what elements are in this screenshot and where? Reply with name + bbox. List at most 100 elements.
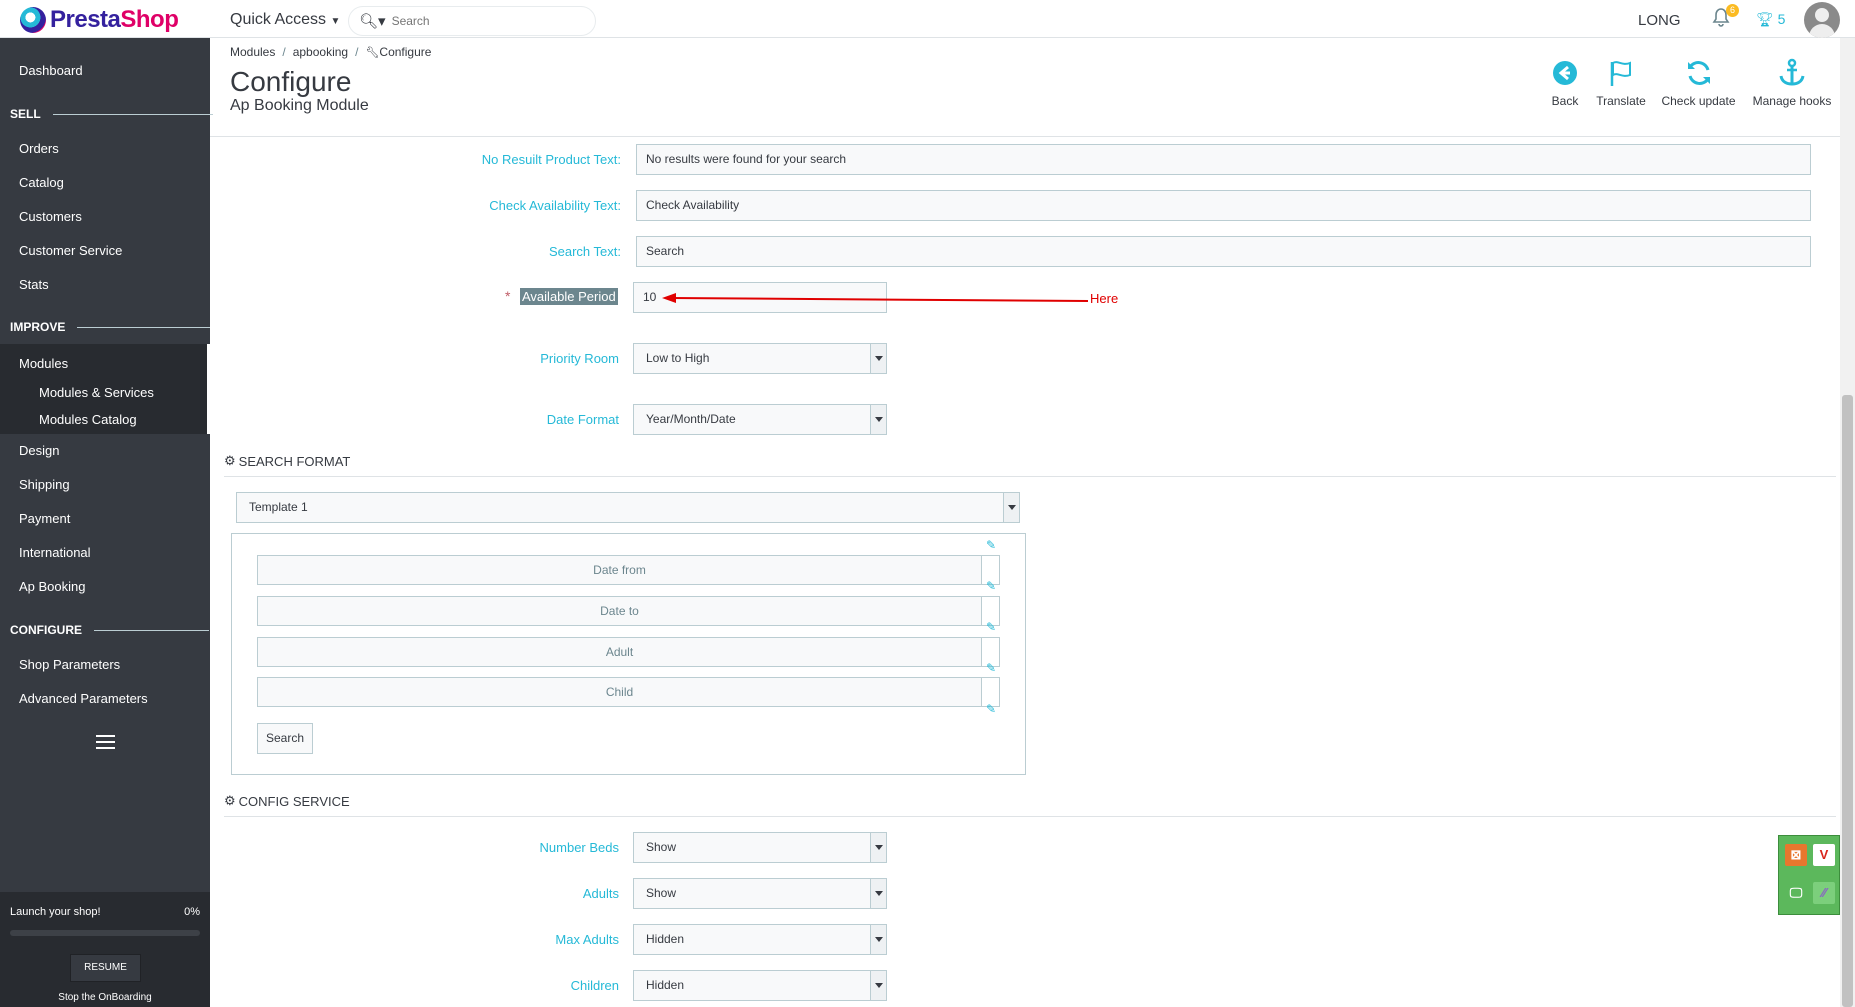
- adults-label: Adults: [582, 886, 619, 901]
- trophy-badge[interactable]: 🏆︎ 5: [1756, 11, 1785, 28]
- caret-down-icon: ▼: [330, 16, 341, 27]
- section-divider: [224, 476, 1836, 477]
- max-adults-value: Hidden: [646, 932, 685, 946]
- sidebar-item-shop-parameters[interactable]: Shop Parameters: [19, 657, 120, 672]
- no-result-input[interactable]: No results were found for your search: [636, 144, 1811, 175]
- v-icon[interactable]: V: [1813, 844, 1835, 866]
- sidebar-item-shipping[interactable]: Shipping: [19, 477, 70, 492]
- manage-hooks-button[interactable]: Manage hooks: [1749, 58, 1835, 108]
- breadcrumb-configure[interactable]: Configure: [379, 45, 431, 59]
- template-value: Template 1: [249, 500, 308, 514]
- section-divider: [224, 816, 1836, 817]
- edit-pencil-icon[interactable]: ✎: [986, 620, 996, 634]
- section-label: CONFIGURE: [10, 623, 82, 637]
- prestashop-logo[interactable]: PrestaShop: [20, 6, 179, 34]
- template-select[interactable]: Template 1: [236, 492, 1020, 523]
- sidebar-item-design[interactable]: Design: [19, 443, 59, 458]
- select-caret-icon: [870, 879, 886, 908]
- sidebar-item-advanced-parameters[interactable]: Advanced Parameters: [19, 691, 148, 706]
- template-search-button[interactable]: Search: [257, 723, 313, 754]
- number-beds-select[interactable]: Show: [633, 832, 887, 863]
- divider: [52, 113, 213, 115]
- shop-name-link[interactable]: LONG: [1638, 12, 1681, 29]
- edit-pencil-icon[interactable]: ✎: [986, 538, 996, 552]
- monitor-icon[interactable]: 🖵︎: [1785, 882, 1807, 904]
- breadcrumb-separator: /: [282, 45, 286, 59]
- select-caret-icon: [870, 833, 886, 862]
- notifications-bell-icon[interactable]: 6: [1712, 4, 1739, 34]
- search-text-input[interactable]: Search: [636, 236, 1811, 267]
- priority-room-select[interactable]: Low to High: [633, 343, 887, 374]
- trophy-count: 5: [1777, 11, 1786, 27]
- section-label: IMPROVE: [10, 320, 66, 334]
- sidebar-item-payment[interactable]: Payment: [19, 511, 70, 526]
- date-format-select[interactable]: Year/Month/Date: [633, 404, 887, 435]
- trophy-icon: 🏆︎: [1756, 11, 1774, 27]
- check-availability-label: Check Availability Text:: [489, 198, 621, 213]
- annotation-here-text: Here: [1090, 291, 1119, 306]
- config-service-title: CONFIG SERVICE: [238, 793, 350, 809]
- breadcrumb-apbooking[interactable]: apbooking: [293, 45, 348, 59]
- resume-button[interactable]: RESUME: [70, 954, 141, 982]
- sidebar-modules-group: Modules Modules & Services Modules Catal…: [0, 344, 210, 434]
- sidebar-section-improve: IMPROVE: [10, 320, 211, 334]
- sidebar-item-orders[interactable]: Orders: [19, 141, 59, 156]
- header-search-input[interactable]: [391, 14, 572, 28]
- back-button[interactable]: Back: [1547, 58, 1583, 108]
- edit-pencil-icon[interactable]: ✎: [986, 702, 996, 716]
- translate-label: Translate: [1596, 94, 1646, 108]
- select-caret-icon: [870, 405, 886, 434]
- tool-icon-orange[interactable]: ⊠: [1785, 844, 1807, 866]
- template-field-adult[interactable]: Adult: [257, 637, 982, 667]
- adults-select[interactable]: Show: [633, 878, 887, 909]
- sidebar-item-modules[interactable]: Modules: [19, 356, 68, 371]
- check-update-button[interactable]: Check update: [1657, 58, 1740, 108]
- sidebar-item-catalog[interactable]: Catalog: [19, 175, 64, 190]
- edit-pencil-icon[interactable]: ✎: [986, 661, 996, 675]
- search-icon[interactable]: 🔍︎▾: [359, 12, 386, 30]
- max-adults-label: Max Adults: [555, 932, 619, 947]
- number-beds-value: Show: [646, 840, 677, 854]
- stop-onboarding-link[interactable]: Stop the OnBoarding: [0, 992, 210, 1003]
- sidebar-item-dashboard[interactable]: Dashboard: [19, 63, 83, 78]
- template-field-date-from[interactable]: Date from: [257, 555, 982, 585]
- user-avatar[interactable]: [1804, 2, 1840, 38]
- wrench-icon: 🔧︎: [365, 47, 380, 59]
- edit-pencil-icon[interactable]: ✎: [986, 579, 996, 593]
- hamburger-menu-icon[interactable]: [96, 735, 115, 753]
- sidebar-item-stats[interactable]: Stats: [19, 277, 49, 292]
- sidebar-item-international[interactable]: International: [19, 545, 91, 560]
- sidebar-item-ap-booking[interactable]: Ap Booking: [19, 579, 86, 594]
- quick-access-dropdown[interactable]: Quick Access ▼: [230, 11, 340, 29]
- date-format-value: Year/Month/Date: [646, 412, 736, 426]
- max-adults-select[interactable]: Hidden: [633, 924, 887, 955]
- breadcrumb-modules[interactable]: Modules: [230, 45, 275, 59]
- sidebar-item-customer-service[interactable]: Customer Service: [19, 243, 122, 258]
- breadcrumb: Modules / apbooking / 🔧︎Configure: [230, 45, 431, 59]
- template-field-date-to[interactable]: Date to: [257, 596, 982, 626]
- translate-button[interactable]: Translate: [1589, 58, 1653, 108]
- anchor-icon: [1779, 58, 1805, 86]
- check-availability-input[interactable]: Check Availability: [636, 190, 1811, 221]
- sidebar: Dashboard SELL Orders Catalog Customers …: [0, 38, 213, 1007]
- config-service-heading: ⚙ CONFIG SERVICE: [224, 793, 350, 809]
- page-scrollbar[interactable]: [1840, 38, 1855, 1007]
- sidebar-subitem-modules-services[interactable]: Modules & Services: [39, 385, 154, 400]
- template-preview-box: ✎ Date from ✎ Date to ✎ Adult ✎ Child ✎ …: [231, 533, 1026, 775]
- header-search: 🔍︎▾: [348, 6, 596, 36]
- priority-room-label: Priority Room: [540, 351, 619, 366]
- onboarding-progress-bar: [10, 930, 200, 936]
- divider: [94, 629, 209, 631]
- select-caret-icon: [1003, 493, 1019, 522]
- number-beds-label: Number Beds: [539, 840, 619, 855]
- brush-icon[interactable]: ⁄⁄: [1813, 882, 1835, 904]
- check-update-label: Check update: [1661, 94, 1736, 108]
- template-field-child[interactable]: Child: [257, 677, 982, 707]
- back-label: Back: [1551, 94, 1579, 108]
- floating-tools-widget: ⊠ V 🖵︎ ⁄⁄: [1778, 835, 1840, 915]
- scrollbar-thumb[interactable]: [1842, 395, 1853, 1007]
- sidebar-item-customers[interactable]: Customers: [19, 209, 82, 224]
- sidebar-subitem-modules-catalog[interactable]: Modules Catalog: [39, 412, 137, 427]
- children-select[interactable]: Hidden: [633, 970, 887, 1001]
- available-period-label: Available Period: [520, 288, 618, 305]
